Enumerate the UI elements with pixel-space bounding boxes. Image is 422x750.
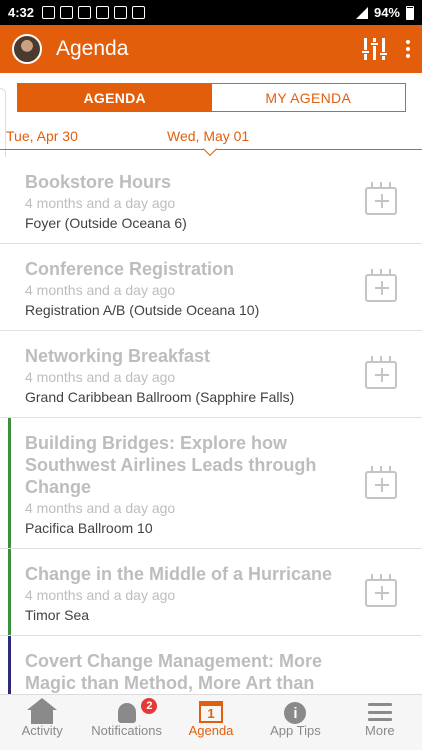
signal-icon: [355, 6, 368, 19]
youtube-icon: [42, 6, 56, 19]
session-location: Foyer (Outside Oceana 6): [25, 215, 187, 231]
add-to-calendar-icon[interactable]: [365, 269, 397, 302]
nav-agenda[interactable]: 1 Agenda: [169, 695, 253, 750]
bottom-navigation: Activity 2 Notifications 1 Agenda i App …: [0, 694, 422, 750]
check-icon: [78, 6, 92, 19]
battery-level: 94%: [373, 5, 400, 20]
session-time: 4 months and a day ago: [25, 195, 176, 211]
session-title: Conference Registration: [25, 259, 235, 279]
status-time: 4:32: [8, 5, 35, 20]
gallery-icon: [132, 6, 146, 19]
session-title: Bookstore Hours: [25, 172, 172, 192]
nav-agenda-label: Agenda: [188, 723, 234, 738]
session-title: Change in the Middle of a Hurricane: [25, 564, 333, 584]
nav-more-label: More: [365, 723, 395, 738]
nav-app-tips-label: App Tips: [270, 723, 321, 738]
add-to-calendar-icon[interactable]: [365, 574, 397, 607]
session-location: Registration A/B (Outside Oceana 10): [25, 302, 260, 318]
session-time: 4 months and a day ago: [25, 369, 176, 385]
nav-activity[interactable]: Activity: [0, 695, 84, 750]
list-item[interactable]: Building Bridges: Explore how Southwest …: [0, 418, 422, 549]
agenda-tabs: AGENDA MY AGENDA: [17, 83, 406, 112]
tab-agenda[interactable]: AGENDA: [18, 84, 212, 111]
nav-notifications[interactable]: 2 Notifications: [84, 695, 168, 750]
bell-icon: [117, 703, 136, 723]
mail-icon: [114, 6, 128, 19]
menu-icon: [367, 703, 392, 721]
battery-icon: [406, 5, 414, 20]
nav-app-tips[interactable]: i App Tips: [253, 695, 337, 750]
track-color-bar: [8, 549, 11, 635]
track-color-bar: [8, 418, 11, 548]
notification-icons: [42, 6, 146, 19]
filter-icon[interactable]: [361, 38, 388, 60]
track-color-bar: [8, 636, 11, 694]
nav-activity-label: Activity: [21, 723, 63, 738]
session-title: Covert Change Management: More Magic tha…: [25, 651, 323, 693]
session-title: Building Bridges: Explore how Southwest …: [25, 433, 317, 497]
app-bar: Agenda: [0, 25, 422, 73]
status-bar: 4:32 94%: [0, 0, 422, 25]
date-current[interactable]: Wed, May 01: [167, 128, 249, 144]
list-item[interactable]: Change in the Middle of a Hurricane 4 mo…: [0, 549, 422, 636]
session-location: Timor Sea: [25, 607, 90, 623]
image-icon: [60, 6, 74, 19]
add-to-calendar-icon[interactable]: [365, 466, 397, 499]
usb-icon: [96, 6, 110, 19]
notification-badge: 2: [141, 698, 158, 714]
calendar-icon: 1: [199, 701, 224, 723]
nav-notifications-label: Notifications: [91, 723, 163, 738]
date-previous[interactable]: Tue, Apr 30: [6, 128, 78, 144]
list-item[interactable]: Bookstore Hours 4 months and a day ago F…: [0, 157, 422, 244]
list-item[interactable]: Networking Breakfast 4 months and a day …: [0, 331, 422, 418]
session-location: Pacifica Ballroom 10: [25, 520, 153, 536]
nav-more[interactable]: More: [338, 695, 422, 750]
add-to-calendar-icon[interactable]: [365, 356, 397, 389]
list-item[interactable]: Conference Registration 4 months and a d…: [0, 244, 422, 331]
tab-my-agenda[interactable]: MY AGENDA: [211, 84, 405, 111]
session-time: 4 months and a day ago: [25, 282, 176, 298]
session-time: 4 months and a day ago: [25, 587, 176, 603]
add-to-calendar-icon[interactable]: [365, 182, 397, 215]
avatar[interactable]: [12, 34, 42, 64]
session-title: Networking Breakfast: [25, 346, 211, 366]
session-list: Bookstore Hours 4 months and a day ago F…: [0, 157, 422, 694]
home-icon: [27, 698, 58, 724]
overflow-menu-icon[interactable]: [406, 40, 410, 58]
page-title: Agenda: [56, 37, 129, 60]
list-item[interactable]: Covert Change Management: More Magic tha…: [0, 636, 422, 694]
session-location: Grand Caribbean Ballroom (Sapphire Falls…: [25, 389, 295, 405]
system-status: 94%: [355, 5, 414, 20]
session-time: 4 months and a day ago: [25, 500, 176, 516]
info-icon: i: [284, 702, 307, 724]
